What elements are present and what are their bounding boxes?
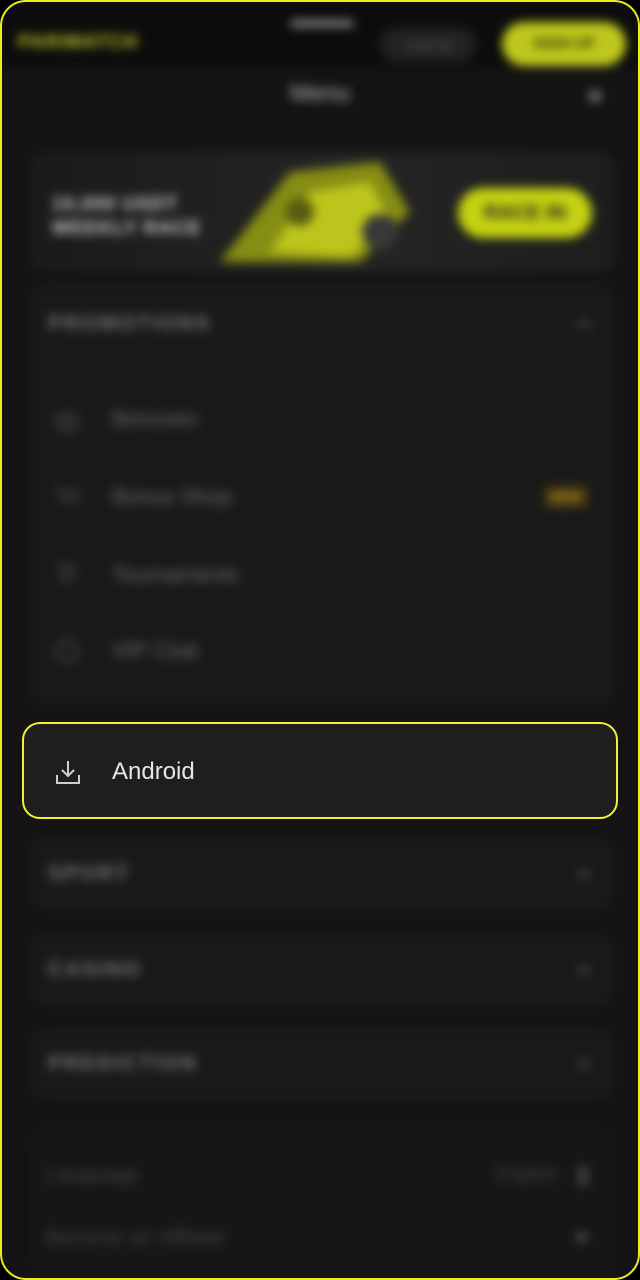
casino-title: CASINO [48, 958, 142, 981]
arrow-icon [578, 1230, 590, 1244]
promo-item-bonuses[interactable]: Bonuses [50, 398, 590, 438]
top-bar: PARIMATCH LOG IN SIGN UP [2, 2, 638, 66]
race-car-illustration [220, 162, 410, 262]
android-download-item[interactable]: Android [22, 722, 618, 819]
trophy-icon [60, 565, 74, 584]
chevron-down-icon [577, 1060, 591, 1069]
sport-title: SPORT [48, 862, 131, 885]
prediction-title: PREDICTION [48, 1052, 198, 1075]
race-in-button[interactable]: RACE IN [458, 188, 592, 238]
promo-item-label: Tournaments [112, 562, 240, 587]
close-icon[interactable]: × [582, 82, 608, 112]
footer-settings: Language English Become an Affiliate [30, 1128, 614, 1278]
login-button[interactable]: LOG IN [380, 28, 476, 62]
promotions-section: PROMOTIONS Bonuses Bonus Shop NEW Tourna… [30, 284, 614, 704]
promo-item-label: Bonuses [112, 406, 198, 431]
chevron-down-icon [577, 966, 591, 975]
gift-icon [57, 414, 77, 430]
promo-item-label: VIP Club [112, 638, 199, 663]
crown-icon [56, 640, 78, 662]
casino-section[interactable]: CASINO [30, 934, 614, 1006]
language-value[interactable]: English [496, 1164, 558, 1186]
flag-icon [578, 1166, 588, 1186]
promo-item-tournaments[interactable]: Tournaments [50, 554, 590, 594]
chevron-up-icon[interactable] [576, 316, 592, 332]
language-label[interactable]: Language [46, 1164, 139, 1188]
chevron-down-icon [577, 870, 591, 879]
promo-item-bonus-shop[interactable]: Bonus Shop NEW [50, 476, 590, 516]
brand-logo: PARIMATCH [18, 32, 139, 53]
promo-item-vip-club[interactable]: VIP Club [50, 630, 590, 670]
blurred-background: PARIMATCH LOG IN SIGN UP Menu × 10,000 U… [2, 2, 638, 1278]
signup-button[interactable]: SIGN UP [502, 22, 626, 66]
affiliate-label[interactable]: Become an Affiliate [46, 1226, 225, 1250]
banner-title-line2: WEEKLY RACE [52, 218, 202, 239]
cart-icon [57, 488, 79, 502]
android-label: Android [112, 758, 195, 785]
promo-item-label: Bonus Shop [112, 484, 232, 509]
sport-section[interactable]: SPORT [30, 838, 614, 910]
banner-title-line1: 10,000 USDT [52, 194, 179, 215]
new-badge: NEW [544, 486, 588, 508]
prediction-section[interactable]: PREDICTION [30, 1028, 614, 1100]
promotions-title[interactable]: PROMOTIONS [48, 312, 212, 336]
promo-banner[interactable]: 10,000 USDT WEEKLY RACE RACE IN [30, 152, 614, 272]
app-frame: PARIMATCH LOG IN SIGN UP Menu × 10,000 U… [0, 0, 640, 1280]
download-icon [56, 761, 80, 784]
menu-title: Menu [289, 80, 351, 107]
notch-handle [290, 20, 354, 27]
